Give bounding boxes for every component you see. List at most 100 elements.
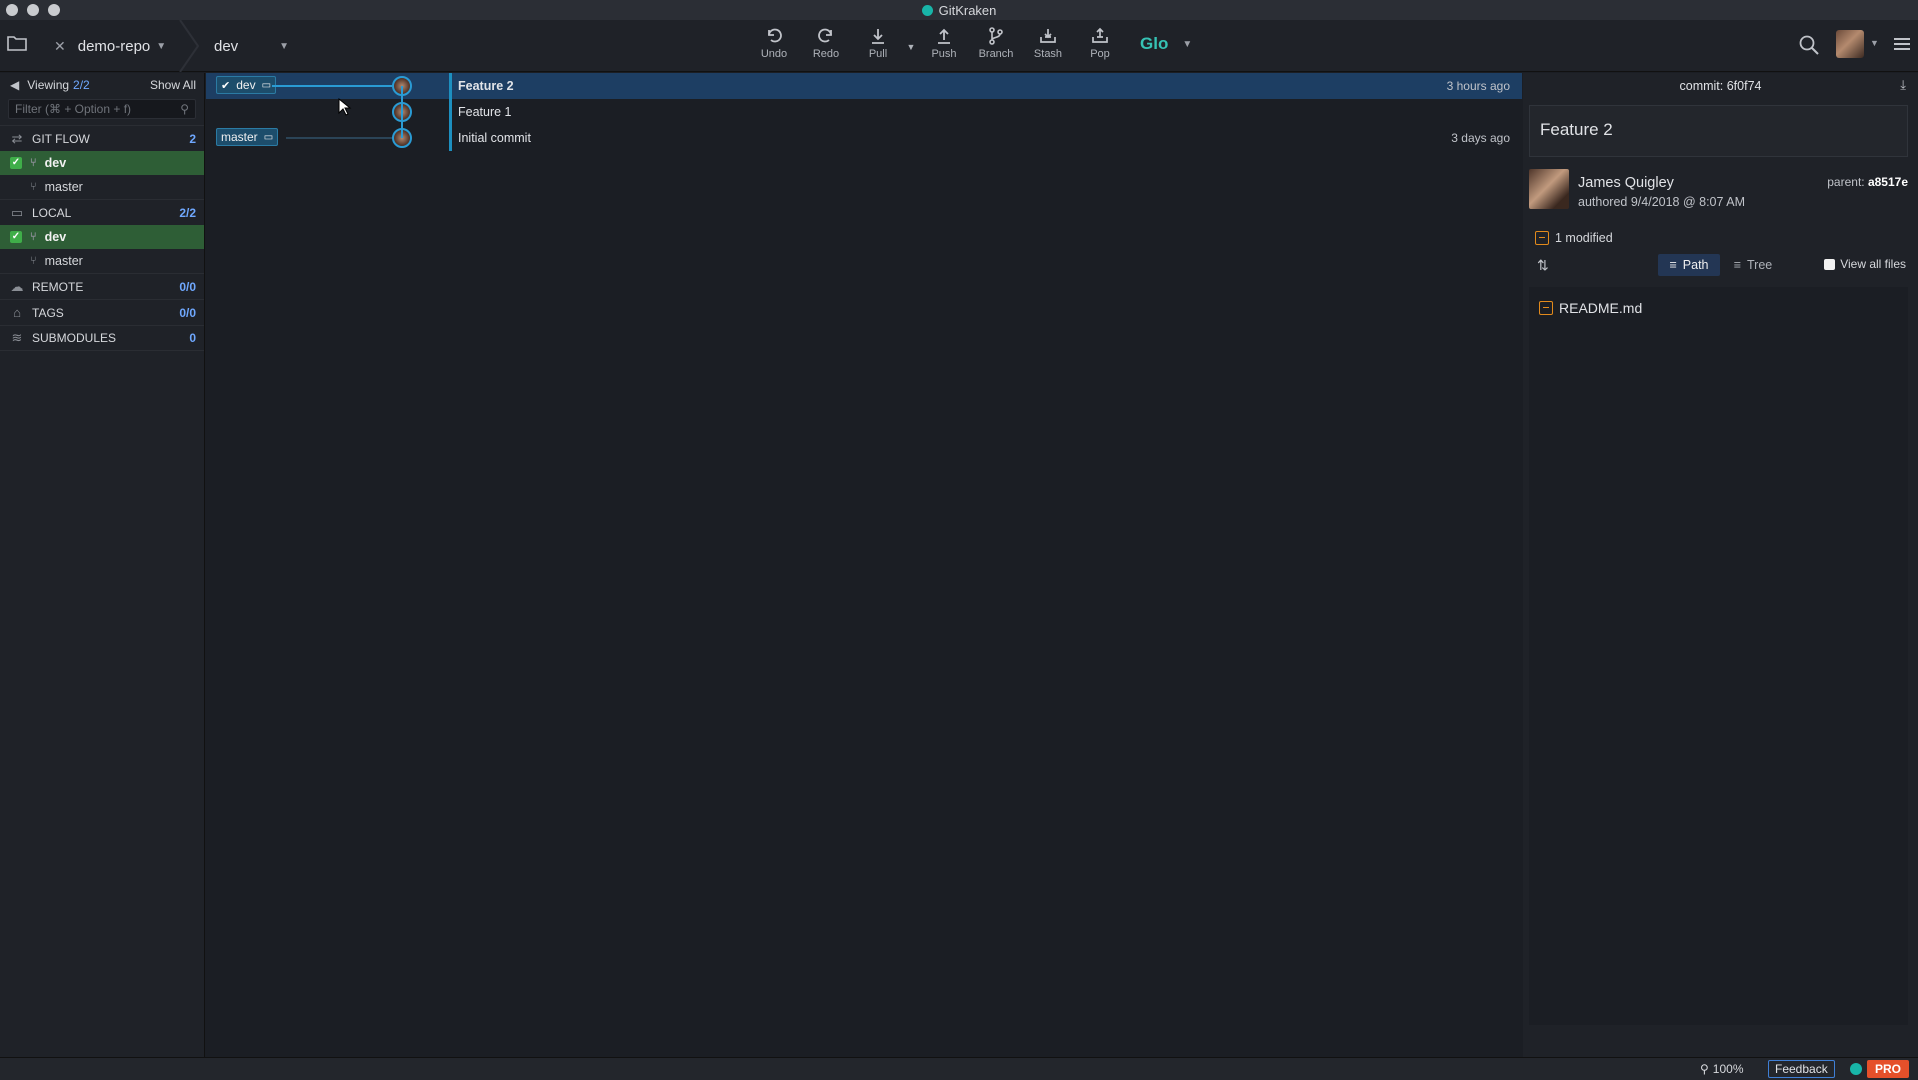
commit-message: Feature 1 [458,105,512,119]
show-all-button[interactable]: Show All [150,78,196,92]
checkmark-icon: ✓ [10,231,22,243]
tags-count: 0/0 [179,305,196,320]
graph-lane [401,86,403,138]
branch-icon [989,27,1003,45]
search-icon: ⚲ [180,102,189,116]
file-view-toolbar: ⇅ ≡ Path ≡ Tree View all files [1523,251,1918,281]
commit-graph: ✔ dev ▭ Feature 2 3 hours ago Feature 1 … [206,73,1522,1057]
undo-button[interactable]: Undo [748,26,800,68]
commit-message: Initial commit [458,131,531,145]
section-local[interactable]: ▭ LOCAL 2/2 [0,199,204,225]
commit-row-marker [449,99,452,125]
parent-sha[interactable]: parent: a8517e [1827,175,1908,189]
breadcrumb-separator [179,20,200,72]
commit-message: Feature 2 [458,79,514,93]
branch-name: dev [214,37,239,55]
section-tags[interactable]: ⌂ TAGS 0/0 [0,299,204,325]
redo-button[interactable]: Redo [800,26,852,68]
sidebar-item-local-master[interactable]: ⑂ master [0,249,204,273]
title-bar: GitKraken [0,0,1918,20]
commit-row-marker [449,73,452,99]
pro-badge[interactable]: PRO [1867,1060,1909,1078]
window-title: GitKraken [938,2,997,18]
glo-label: Glo [1140,34,1169,53]
section-remote[interactable]: ☁ REMOTE 0/0 [0,273,204,299]
close-icon[interactable]: ✕ [54,38,66,55]
gitkraken-logo-icon [921,4,933,16]
submodules-count: 0 [189,331,196,345]
branch-icon: ⑂ [30,157,37,169]
layers-icon: ≋ [11,330,23,345]
laptop-icon: ▭ [261,79,272,91]
collapse-panel-icon[interactable]: ◀ [10,78,19,92]
section-git-flow[interactable]: ⇄ GIT FLOW 2 [0,125,204,151]
stash-button[interactable]: Stash [1022,26,1074,68]
commit-author: James Quigley authored 9/4/2018 @ 8:07 A… [1523,169,1918,227]
section-submodules[interactable]: ≋ SUBMODULES 0 [0,325,204,351]
mouse-cursor-icon [338,98,352,116]
pop-button[interactable]: Pop [1074,26,1126,68]
branch-icon: ⑂ [30,231,37,243]
minimize-window-button[interactable] [27,4,39,16]
feedback-button[interactable]: Feedback [1768,1060,1835,1078]
gitkraken-logo-icon [1850,1063,1862,1075]
hamburger-menu-icon[interactable] [1894,36,1910,52]
sidebar-item-gitflow-dev[interactable]: ✓ ⑂ dev [0,151,204,175]
close-window-button[interactable] [6,4,18,16]
chevron-down-icon: ▼ [279,40,289,52]
git-flow-count: 2 [189,131,196,146]
window-controls [6,4,60,16]
pull-icon [872,29,884,44]
chevron-down-icon: ▼ [1182,38,1193,50]
git-flow-icon: ⇄ [11,130,23,146]
toolbar-actions: Undo Redo Pull ▼ Push Branch Stash Pop [748,26,1126,68]
branch-label-master[interactable]: master ▭ [216,128,279,146]
filter-input[interactable]: Filter (⌘ + Option + f) ⚲ [8,99,196,119]
file-row[interactable]: README.md [1529,297,1908,319]
branch-tab[interactable]: dev ▼ [214,28,289,64]
avatar [1529,169,1569,209]
filter-placeholder: Filter (⌘ + Option + f) [15,102,132,116]
commit-row[interactable]: Feature 1 [206,99,1522,125]
commit-detail-panel: commit: 6f0f74 ⤓ Feature 2 James Quigley… [1523,73,1918,1057]
modified-file-icon [1539,301,1553,315]
commit-row[interactable]: master ▭ Initial commit 3 days ago [206,125,1522,151]
checkmark-icon: ✔ [221,79,231,92]
author-name: James Quigley [1578,175,1674,191]
toolbar: ✕ demo-repo ▼ dev ▼ Undo Redo Pull ▼ Pus… [0,20,1918,72]
zoom-level[interactable]: ⚲ 100% [1700,1062,1744,1076]
pull-button[interactable]: Pull [852,26,904,68]
avatar[interactable] [1836,30,1864,58]
sort-icon[interactable]: ⇅ [1537,257,1549,274]
glo-button[interactable]: Glo ▼ [1140,34,1192,54]
commit-row[interactable]: ✔ dev ▭ Feature 2 3 hours ago [206,73,1522,99]
graph-connector [272,85,392,87]
view-all-files-checkbox[interactable]: View all files [1824,257,1906,271]
maximize-window-button[interactable] [48,4,60,16]
push-button[interactable]: Push [918,26,970,68]
path-view-button[interactable]: ≡ Path [1658,254,1720,276]
viewing-label: Viewing [27,78,70,92]
checkmark-icon: ✓ [10,157,22,169]
branch-label-dev[interactable]: ✔ dev ▭ [216,76,277,94]
commit-sha-header: commit: 6f0f74 ⤓ [1523,73,1918,99]
tree-view-button[interactable]: ≡ Tree [1723,254,1783,276]
download-icon[interactable]: ⤓ [1900,77,1906,93]
chevron-down-icon[interactable]: ▼ [1870,38,1879,48]
local-count: 2/2 [179,205,196,220]
folder-icon[interactable] [6,34,28,52]
modified-count: 1 modified [1523,227,1918,249]
graph-connector [286,137,392,139]
sidebar-item-local-dev[interactable]: ✓ ⑂ dev [0,225,204,249]
commit-row-marker [449,125,452,151]
sidebar-item-gitflow-master[interactable]: ⑂ master [0,175,204,199]
branch-button[interactable]: Branch [970,26,1022,68]
left-panel: ◀ Viewing 2/2 Show All Filter (⌘ + Optio… [0,73,205,1057]
commit-summary: Feature 2 [1529,105,1908,157]
push-icon [938,28,950,44]
list-icon: ≡ [1733,258,1742,272]
search-icon[interactable] [1798,34,1820,56]
pull-options-chevron-icon[interactable]: ▼ [904,26,918,68]
chevron-down-icon: ▼ [156,40,167,52]
repo-tab[interactable]: ✕ demo-repo ▼ [40,28,188,64]
